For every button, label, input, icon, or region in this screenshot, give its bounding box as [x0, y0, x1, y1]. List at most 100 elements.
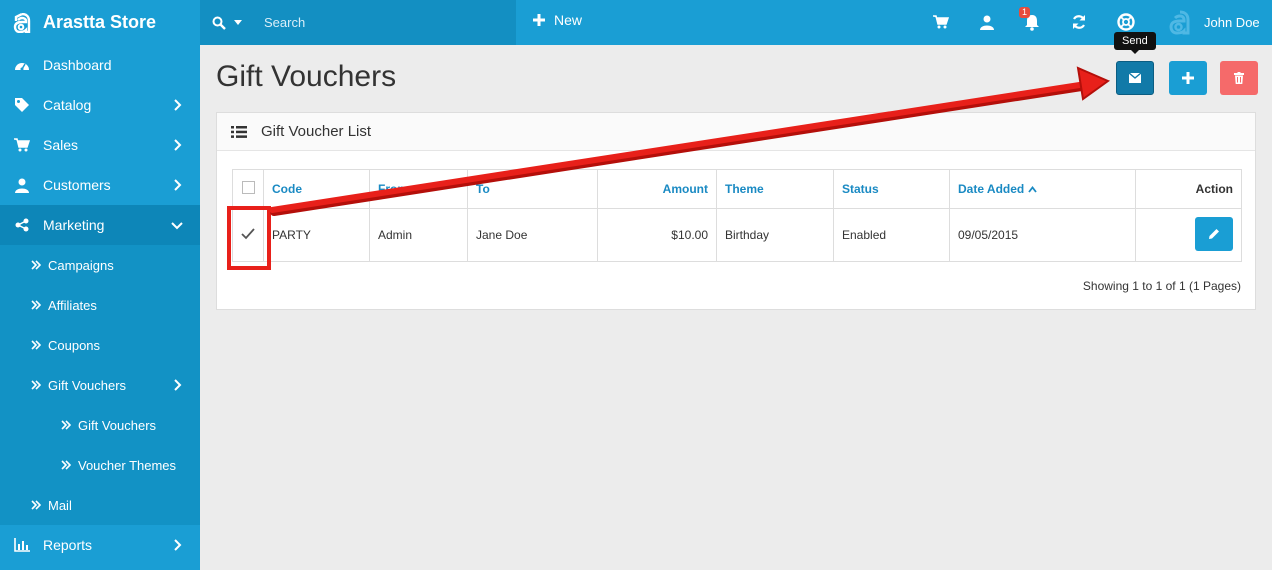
- trash-icon: [1234, 72, 1244, 84]
- double-chevron-right-icon: [30, 297, 42, 313]
- brand[interactable]: Arastta Store: [0, 0, 200, 45]
- gift-vouchers-submenu: Gift Vouchers Voucher Themes: [0, 405, 200, 485]
- table-header-row: Code From To Amount Theme Status Date Ad…: [232, 169, 1242, 209]
- sidebar-item-marketing[interactable]: Marketing: [0, 205, 200, 245]
- top-navbar: New 1 John Doe: [200, 0, 1272, 45]
- new-label: New: [554, 12, 583, 28]
- delete-button[interactable]: [1220, 61, 1258, 95]
- send-button[interactable]: [1116, 61, 1154, 95]
- avatar: [1169, 10, 1190, 35]
- sidebar-item-label: Campaigns: [48, 257, 114, 273]
- share-icon: [14, 217, 30, 233]
- cell-date-added: 09/05/2015: [949, 208, 1136, 262]
- cell-theme: Birthday: [716, 208, 834, 262]
- double-chevron-right-icon: [30, 257, 42, 273]
- pencil-icon: [1209, 228, 1219, 239]
- double-chevron-right-icon: [60, 417, 72, 433]
- pagination-summary: Showing 1 to 1 of 1 (1 Pages): [1082, 279, 1241, 293]
- column-code[interactable]: Code: [263, 169, 370, 209]
- list-icon: [231, 125, 247, 138]
- brand-name: Arastta Store: [43, 12, 157, 32]
- user-menu[interactable]: John Doe: [1166, 8, 1260, 36]
- tags-icon: [14, 97, 30, 113]
- sidebar-item-label: Catalog: [43, 97, 92, 113]
- user-name: John Doe: [1204, 14, 1260, 30]
- plus-icon: [1182, 72, 1194, 84]
- sidebar: Arastta Store Dashboard Catalog Sales Cu…: [0, 0, 200, 570]
- sidebar-item-voucher-themes[interactable]: Voucher Themes: [0, 445, 200, 485]
- plus-icon: [533, 14, 545, 26]
- column-action: Action: [1135, 169, 1242, 209]
- column-to[interactable]: To: [467, 169, 598, 209]
- cell-action: [1135, 208, 1242, 262]
- select-all-checkbox[interactable]: [241, 181, 255, 194]
- panel-heading: Gift Voucher List: [217, 113, 1255, 151]
- cell-amount: $10.00: [597, 208, 717, 262]
- sidebar-item-label: Marketing: [43, 217, 105, 233]
- user-icon[interactable]: [978, 13, 996, 31]
- panel-title: Gift Voucher List: [261, 123, 372, 140]
- notification-badge: 1: [1019, 7, 1031, 18]
- sidebar-item-gift-vouchers-list[interactable]: Gift Vouchers: [0, 405, 200, 445]
- help-lifebuoy-icon[interactable]: [1117, 13, 1135, 31]
- add-button[interactable]: [1169, 61, 1207, 95]
- row-checkbox[interactable]: [241, 227, 255, 240]
- select-all-cell: [232, 169, 264, 209]
- column-from[interactable]: From: [369, 169, 468, 209]
- sidebar-item-coupons[interactable]: Coupons: [0, 325, 200, 365]
- sidebar-item-gift-vouchers[interactable]: Gift Vouchers: [0, 365, 200, 405]
- cell-code: PARTY: [263, 208, 370, 262]
- sidebar-item-label: Dashboard: [43, 57, 112, 73]
- sidebar-item-label: Gift Vouchers: [48, 377, 127, 393]
- sidebar-item-label: Customers: [43, 177, 111, 193]
- caret-down-icon[interactable]: [234, 19, 242, 26]
- gift-voucher-list-panel: Gift Voucher List Code From To Amount Th…: [216, 112, 1256, 310]
- bar-chart-icon: [14, 537, 30, 553]
- page-title: Gift Vouchers: [216, 60, 397, 93]
- search-icon[interactable]: [212, 16, 226, 30]
- dashboard-icon: [14, 57, 30, 73]
- double-chevron-right-icon: [30, 377, 42, 393]
- cell-from: Admin: [369, 208, 468, 262]
- sidebar-item-customers[interactable]: Customers: [0, 165, 200, 205]
- sidebar-item-sales[interactable]: Sales: [0, 125, 200, 165]
- chevron-right-icon: [174, 139, 182, 151]
- sidebar-item-reports[interactable]: Reports: [0, 525, 200, 565]
- column-amount[interactable]: Amount: [597, 169, 717, 209]
- send-tooltip: Send: [1114, 32, 1156, 54]
- sidebar-item-label: Gift Vouchers: [78, 417, 157, 433]
- sidebar-item-mail[interactable]: Mail: [0, 485, 200, 525]
- sidebar-item-affiliates[interactable]: Affiliates: [0, 285, 200, 325]
- chevron-down-icon: [171, 222, 183, 230]
- column-status[interactable]: Status: [833, 169, 950, 209]
- notification-bell[interactable]: 1: [1019, 7, 1041, 31]
- column-date-added-label: Date Added: [958, 182, 1025, 196]
- chevron-right-icon: [174, 379, 182, 391]
- double-chevron-right-icon: [30, 337, 42, 353]
- sort-asc-icon: [1027, 186, 1037, 193]
- search-bar: [200, 0, 516, 45]
- column-theme[interactable]: Theme: [716, 169, 834, 209]
- cell-status: Enabled: [833, 208, 950, 262]
- sidebar-item-label: Affiliates: [48, 297, 97, 313]
- cart-icon[interactable]: [932, 13, 950, 31]
- refresh-icon[interactable]: [1070, 13, 1088, 31]
- column-date-added[interactable]: Date Added: [949, 169, 1136, 209]
- sidebar-item-dashboard[interactable]: Dashboard: [0, 45, 200, 85]
- sidebar-item-campaigns[interactable]: Campaigns: [0, 245, 200, 285]
- user-icon: [14, 177, 30, 193]
- row-select-cell: [232, 208, 264, 262]
- sidebar-item-label: Voucher Themes: [78, 457, 177, 473]
- search-input[interactable]: [264, 15, 484, 30]
- chevron-right-icon: [174, 179, 182, 191]
- edit-button[interactable]: [1195, 216, 1233, 251]
- new-button[interactable]: New: [532, 12, 582, 28]
- chevron-right-icon: [174, 539, 182, 551]
- sidebar-item-label: Coupons: [48, 337, 101, 353]
- envelope-icon: [1129, 73, 1141, 83]
- double-chevron-right-icon: [30, 497, 42, 513]
- gift-voucher-table: Code From To Amount Theme Status Date Ad…: [232, 169, 1242, 262]
- sidebar-item-label: Sales: [43, 137, 79, 153]
- arrow-head: [1076, 66, 1111, 101]
- sidebar-item-catalog[interactable]: Catalog: [0, 85, 200, 125]
